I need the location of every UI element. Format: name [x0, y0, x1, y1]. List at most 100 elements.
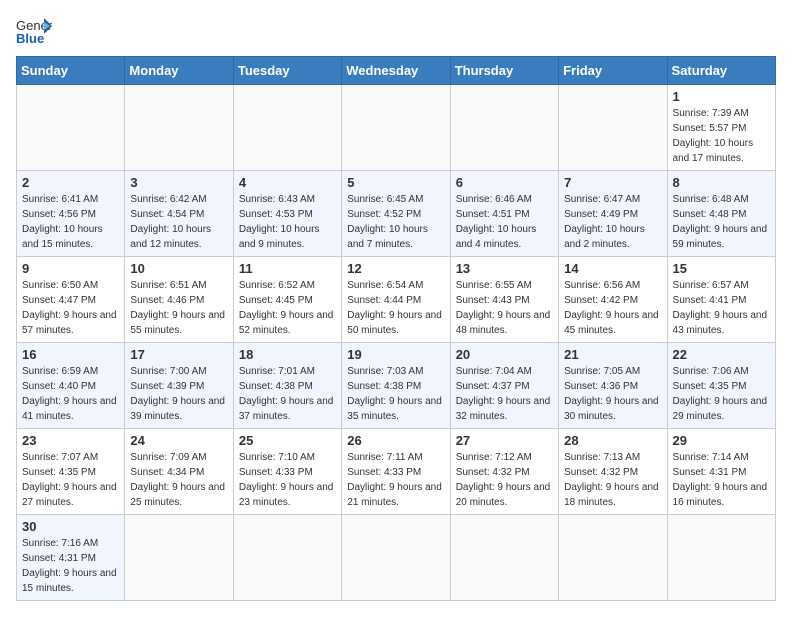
calendar-cell: 1 Sunrise: 7:39 AM Sunset: 5:57 PM Daylig… [667, 85, 775, 171]
calendar-cell: 3 Sunrise: 6:42 AM Sunset: 4:54 PM Daylig… [125, 171, 233, 257]
calendar-cell: 26Sunrise: 7:11 AM Sunset: 4:33 PM Dayli… [342, 429, 450, 515]
day-number: 23 [22, 433, 119, 448]
logo: General Blue [16, 16, 56, 44]
day-info: Sunrise: 7:13 AM Sunset: 4:32 PM Dayligh… [564, 450, 661, 510]
day-number: 26 [347, 433, 444, 448]
calendar-cell [450, 515, 558, 601]
calendar-cell [450, 85, 558, 171]
calendar-cell [667, 515, 775, 601]
day-info: Sunrise: 6:42 AM Sunset: 4:54 PM Dayligh… [130, 192, 227, 252]
calendar-week-row: 23Sunrise: 7:07 AM Sunset: 4:35 PM Dayli… [17, 429, 776, 515]
day-number: 15 [673, 261, 770, 276]
day-number: 30 [22, 519, 119, 534]
day-info: Sunrise: 7:05 AM Sunset: 4:36 PM Dayligh… [564, 364, 661, 424]
calendar-cell [125, 85, 233, 171]
calendar-cell: 20Sunrise: 7:04 AM Sunset: 4:37 PM Dayli… [450, 343, 558, 429]
day-number: 24 [130, 433, 227, 448]
calendar-cell [342, 85, 450, 171]
calendar-cell: 15 Sunrise: 6:57 AM Sunset: 4:41 PM Dayli… [667, 257, 775, 343]
day-number: 11 [239, 261, 336, 276]
day-number: 22 [673, 347, 770, 362]
day-number: 12 [347, 261, 444, 276]
day-number: 14 [564, 261, 661, 276]
calendar-cell [559, 85, 667, 171]
day-info: Sunrise: 6:56 AM Sunset: 4:42 PM Dayligh… [564, 278, 661, 338]
day-number: 1 [673, 89, 770, 104]
day-info: Sunrise: 7:12 AM Sunset: 4:32 PM Dayligh… [456, 450, 553, 510]
day-number: 10 [130, 261, 227, 276]
day-info: Sunrise: 6:57 AM Sunset: 4:41 PM Dayligh… [673, 278, 770, 338]
calendar-week-row: 16 Sunrise: 6:59 AM Sunset: 4:40 PM Dayli… [17, 343, 776, 429]
day-of-week-header: Wednesday [342, 57, 450, 85]
calendar-cell: 19 Sunrise: 7:03 AM Sunset: 4:38 PM Dayli… [342, 343, 450, 429]
day-number: 16 [22, 347, 119, 362]
day-info: Sunrise: 6:50 AM Sunset: 4:47 PM Dayligh… [22, 278, 119, 338]
calendar-table: SundayMondayTuesdayWednesdayThursdayFrid… [16, 56, 776, 601]
calendar-week-row: 1 Sunrise: 7:39 AM Sunset: 5:57 PM Daylig… [17, 85, 776, 171]
day-number: 5 [347, 175, 444, 190]
day-number: 19 [347, 347, 444, 362]
day-info: Sunrise: 6:52 AM Sunset: 4:45 PM Dayligh… [239, 278, 336, 338]
day-of-week-header: Friday [559, 57, 667, 85]
calendar-cell: 17 Sunrise: 7:00 AM Sunset: 4:39 PM Dayli… [125, 343, 233, 429]
calendar-week-row: 30 Sunrise: 7:16 AM Sunset: 4:31 PM Dayli… [17, 515, 776, 601]
day-info: Sunrise: 7:39 AM Sunset: 5:57 PM Dayligh… [673, 106, 770, 166]
day-info: Sunrise: 7:10 AM Sunset: 4:33 PM Dayligh… [239, 450, 336, 510]
day-of-week-header: Sunday [17, 57, 125, 85]
day-info: Sunrise: 6:51 AM Sunset: 4:46 PM Dayligh… [130, 278, 227, 338]
day-info: Sunrise: 6:43 AM Sunset: 4:53 PM Dayligh… [239, 192, 336, 252]
day-info: Sunrise: 7:06 AM Sunset: 4:35 PM Dayligh… [673, 364, 770, 424]
day-number: 13 [456, 261, 553, 276]
calendar-cell [125, 515, 233, 601]
calendar-cell: 9Sunrise: 6:50 AM Sunset: 4:47 PM Daylig… [17, 257, 125, 343]
day-info: Sunrise: 7:00 AM Sunset: 4:39 PM Dayligh… [130, 364, 227, 424]
calendar-cell [233, 85, 341, 171]
day-number: 6 [456, 175, 553, 190]
day-info: Sunrise: 6:47 AM Sunset: 4:49 PM Dayligh… [564, 192, 661, 252]
calendar-cell: 6 Sunrise: 6:46 AM Sunset: 4:51 PM Daylig… [450, 171, 558, 257]
calendar-cell: 22 Sunrise: 7:06 AM Sunset: 4:35 PM Dayli… [667, 343, 775, 429]
calendar-cell: 24 Sunrise: 7:09 AM Sunset: 4:34 PM Dayli… [125, 429, 233, 515]
calendar-cell: 18Sunrise: 7:01 AM Sunset: 4:38 PM Dayli… [233, 343, 341, 429]
calendar-cell: 5 Sunrise: 6:45 AM Sunset: 4:52 PM Daylig… [342, 171, 450, 257]
day-info: Sunrise: 7:09 AM Sunset: 4:34 PM Dayligh… [130, 450, 227, 510]
day-of-week-header: Tuesday [233, 57, 341, 85]
day-info: Sunrise: 7:16 AM Sunset: 4:31 PM Dayligh… [22, 536, 119, 596]
day-info: Sunrise: 7:04 AM Sunset: 4:37 PM Dayligh… [456, 364, 553, 424]
day-info: Sunrise: 6:46 AM Sunset: 4:51 PM Dayligh… [456, 192, 553, 252]
calendar-cell: 16 Sunrise: 6:59 AM Sunset: 4:40 PM Dayli… [17, 343, 125, 429]
calendar-cell: 25 Sunrise: 7:10 AM Sunset: 4:33 PM Dayli… [233, 429, 341, 515]
calendar-cell: 28 Sunrise: 7:13 AM Sunset: 4:32 PM Dayli… [559, 429, 667, 515]
calendar-cell: 8Sunrise: 6:48 AM Sunset: 4:48 PM Daylig… [667, 171, 775, 257]
calendar-cell: 12 Sunrise: 6:54 AM Sunset: 4:44 PM Dayli… [342, 257, 450, 343]
calendar-cell: 21 Sunrise: 7:05 AM Sunset: 4:36 PM Dayli… [559, 343, 667, 429]
calendar-cell: 4 Sunrise: 6:43 AM Sunset: 4:53 PM Daylig… [233, 171, 341, 257]
calendar-cell: 27 Sunrise: 7:12 AM Sunset: 4:32 PM Dayli… [450, 429, 558, 515]
day-info: Sunrise: 6:59 AM Sunset: 4:40 PM Dayligh… [22, 364, 119, 424]
day-info: Sunrise: 6:55 AM Sunset: 4:43 PM Dayligh… [456, 278, 553, 338]
day-number: 2 [22, 175, 119, 190]
calendar-cell: 30 Sunrise: 7:16 AM Sunset: 4:31 PM Dayli… [17, 515, 125, 601]
day-number: 8 [673, 175, 770, 190]
day-info: Sunrise: 6:45 AM Sunset: 4:52 PM Dayligh… [347, 192, 444, 252]
calendar-cell: 2 Sunrise: 6:41 AM Sunset: 4:56 PM Daylig… [17, 171, 125, 257]
day-number: 27 [456, 433, 553, 448]
calendar-cell [559, 515, 667, 601]
calendar-header-row: SundayMondayTuesdayWednesdayThursdayFrid… [17, 57, 776, 85]
day-number: 25 [239, 433, 336, 448]
calendar-cell: 7Sunrise: 6:47 AM Sunset: 4:49 PM Daylig… [559, 171, 667, 257]
logo-icon: General Blue [16, 16, 52, 44]
calendar-week-row: 2 Sunrise: 6:41 AM Sunset: 4:56 PM Daylig… [17, 171, 776, 257]
day-info: Sunrise: 7:03 AM Sunset: 4:38 PM Dayligh… [347, 364, 444, 424]
svg-text:Blue: Blue [16, 31, 44, 44]
day-info: Sunrise: 6:54 AM Sunset: 4:44 PM Dayligh… [347, 278, 444, 338]
day-number: 17 [130, 347, 227, 362]
day-number: 3 [130, 175, 227, 190]
day-number: 28 [564, 433, 661, 448]
day-number: 29 [673, 433, 770, 448]
calendar-cell [233, 515, 341, 601]
calendar-cell [342, 515, 450, 601]
day-number: 21 [564, 347, 661, 362]
day-info: Sunrise: 6:41 AM Sunset: 4:56 PM Dayligh… [22, 192, 119, 252]
day-number: 4 [239, 175, 336, 190]
